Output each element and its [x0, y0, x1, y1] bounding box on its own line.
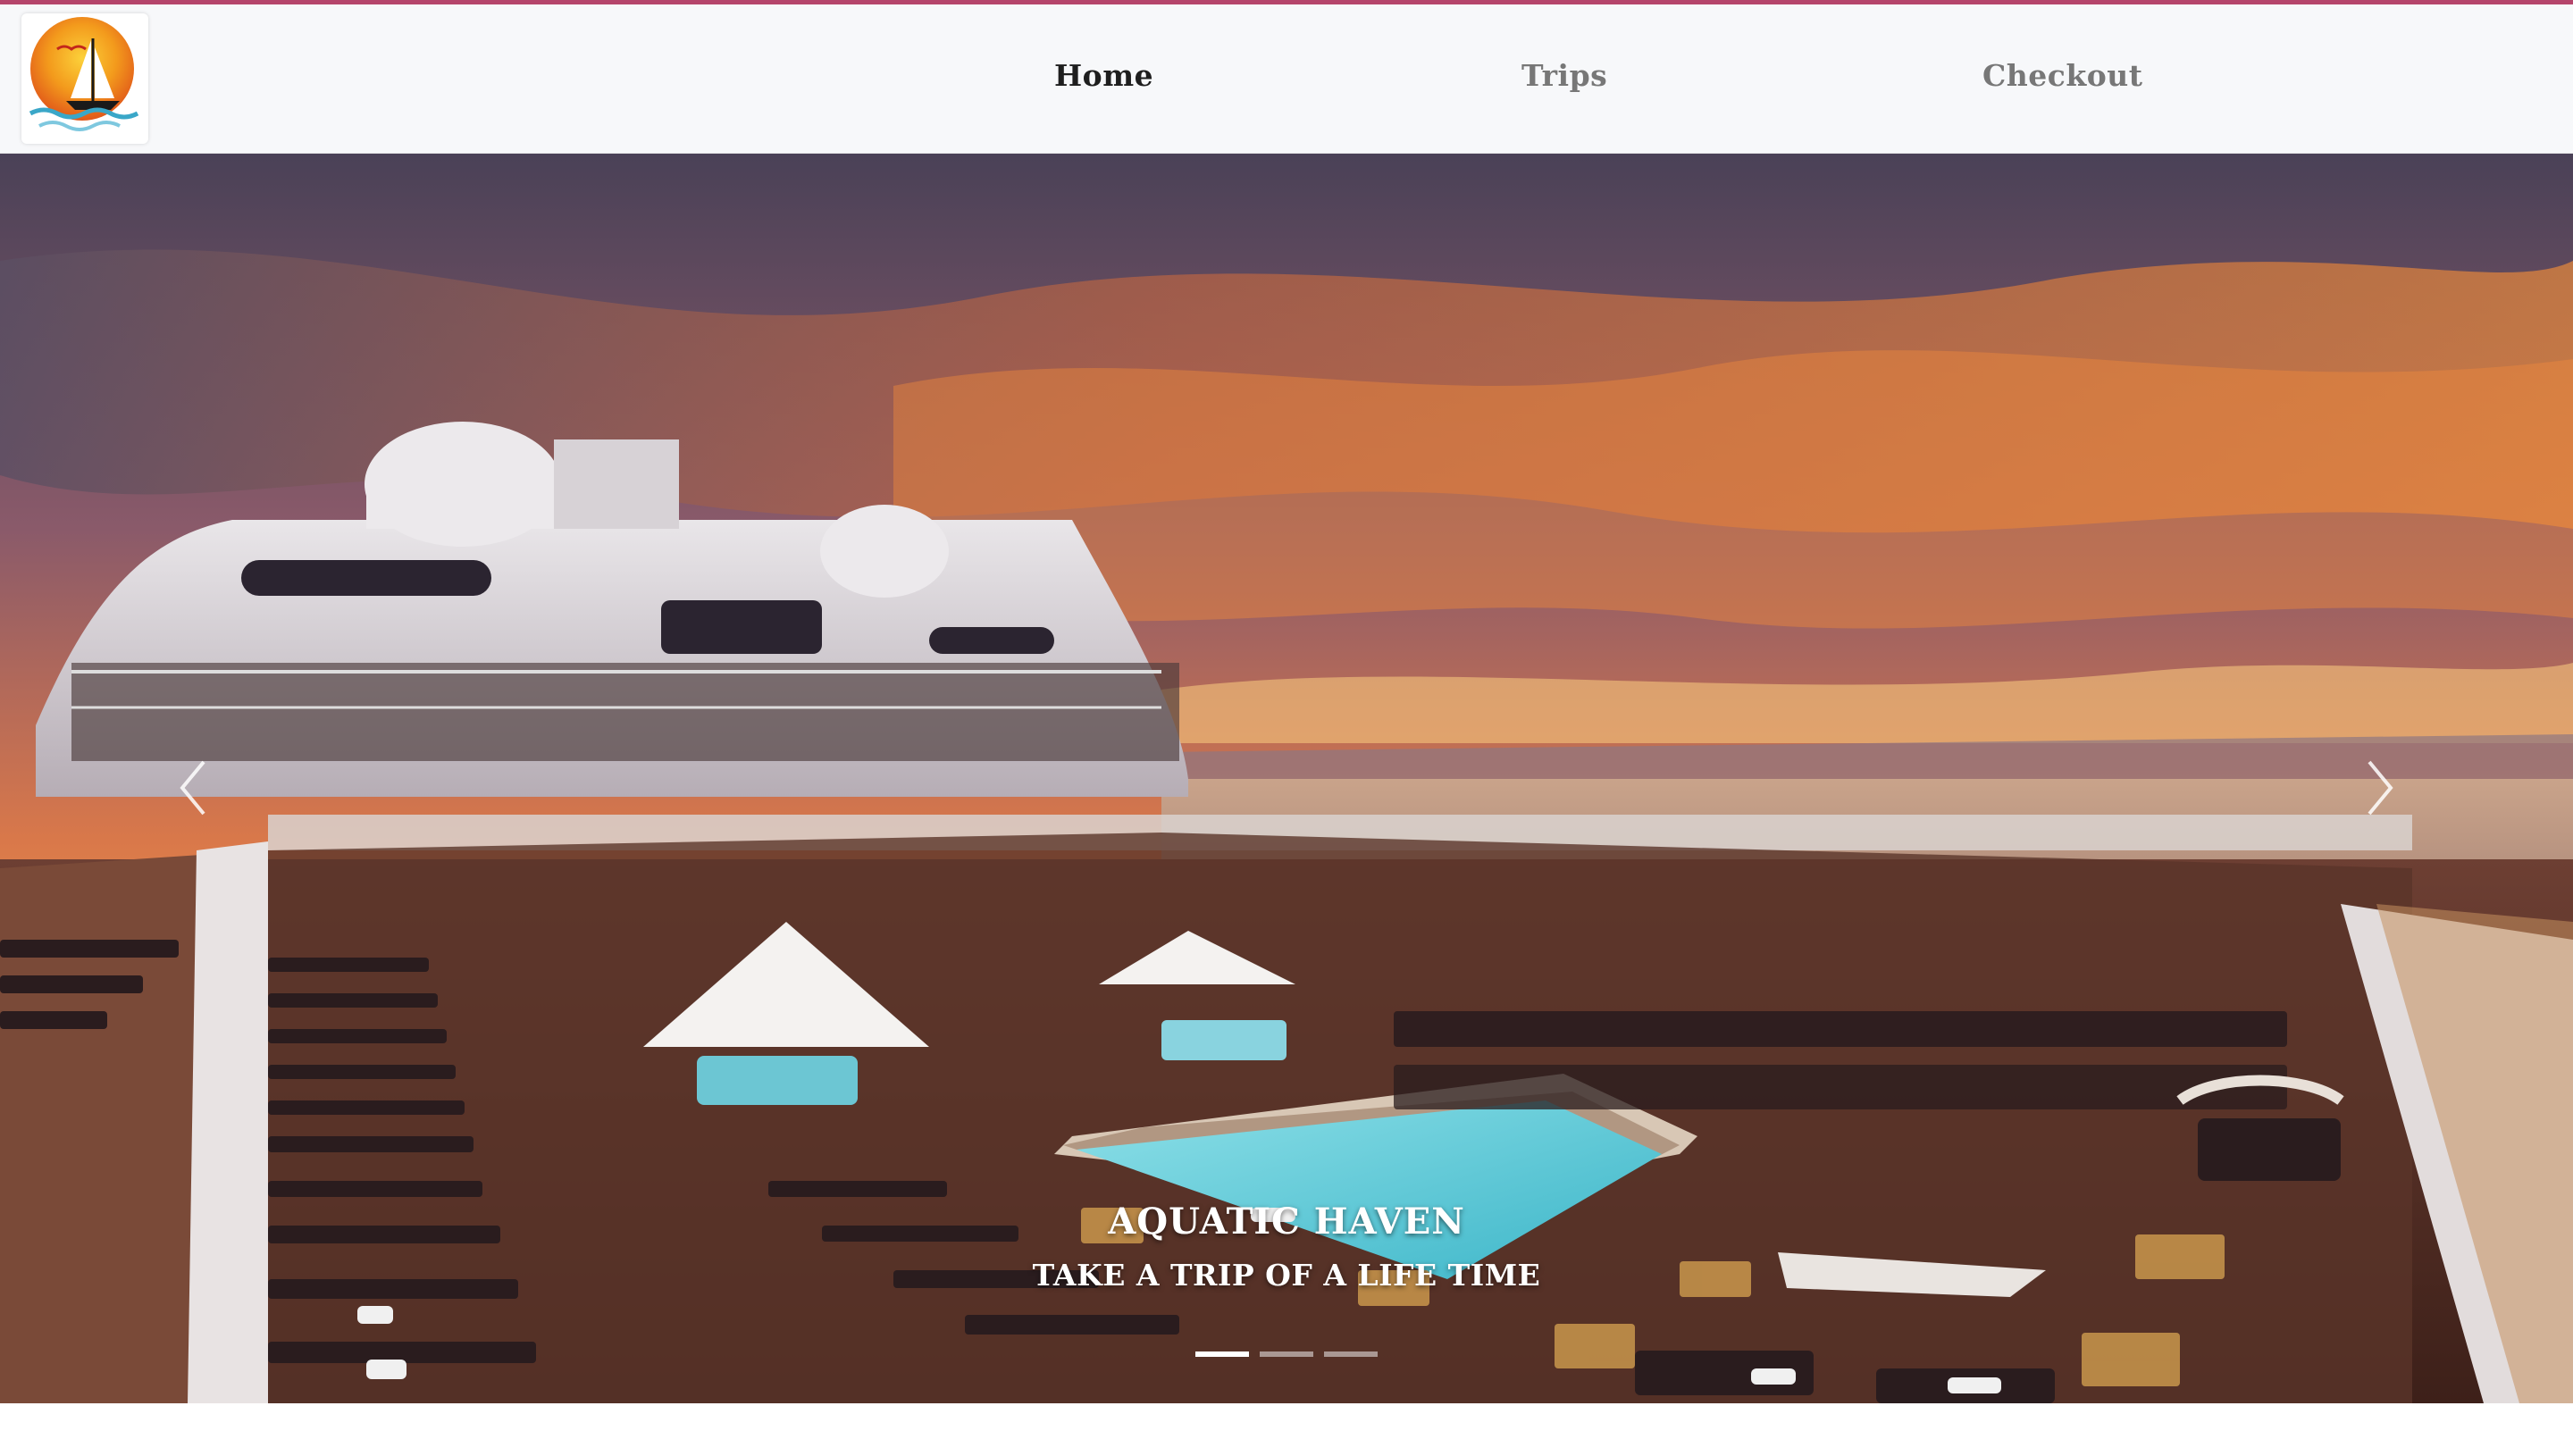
navbar: Home Trips Checkout — [0, 4, 2573, 154]
carousel-prev-button[interactable] — [166, 743, 220, 833]
hero-carousel: AQUATIC HAVEN TAKE A TRIP OF A LIFE TIME — [0, 154, 2573, 1403]
carousel-caption-subtitle: TAKE A TRIP OF A LIFE TIME — [1032, 1258, 1541, 1293]
nav-checkout-link[interactable]: Checkout — [1982, 58, 2142, 93]
nav-trips-link[interactable]: Trips — [1521, 58, 1607, 93]
carousel-indicator-3[interactable] — [1324, 1351, 1378, 1357]
carousel-indicators — [0, 1351, 2573, 1357]
carousel-indicator-2[interactable] — [1260, 1351, 1313, 1357]
logo[interactable] — [21, 13, 148, 144]
page-bottom — [0, 1403, 2573, 1456]
carousel-next-button[interactable] — [2353, 743, 2407, 833]
carousel-indicator-1[interactable] — [1195, 1351, 1249, 1357]
carousel-caption-title: AQUATIC HAVEN — [1108, 1201, 1465, 1243]
nav-home-link[interactable]: Home — [1054, 58, 1153, 93]
chevron-right-icon — [2368, 760, 2393, 816]
chevron-left-icon — [180, 760, 205, 816]
page: Home Trips Checkout AQUATIC HAVEN TAKE A… — [0, 0, 2573, 1456]
sunset-sailboat-logo-icon — [29, 17, 139, 131]
